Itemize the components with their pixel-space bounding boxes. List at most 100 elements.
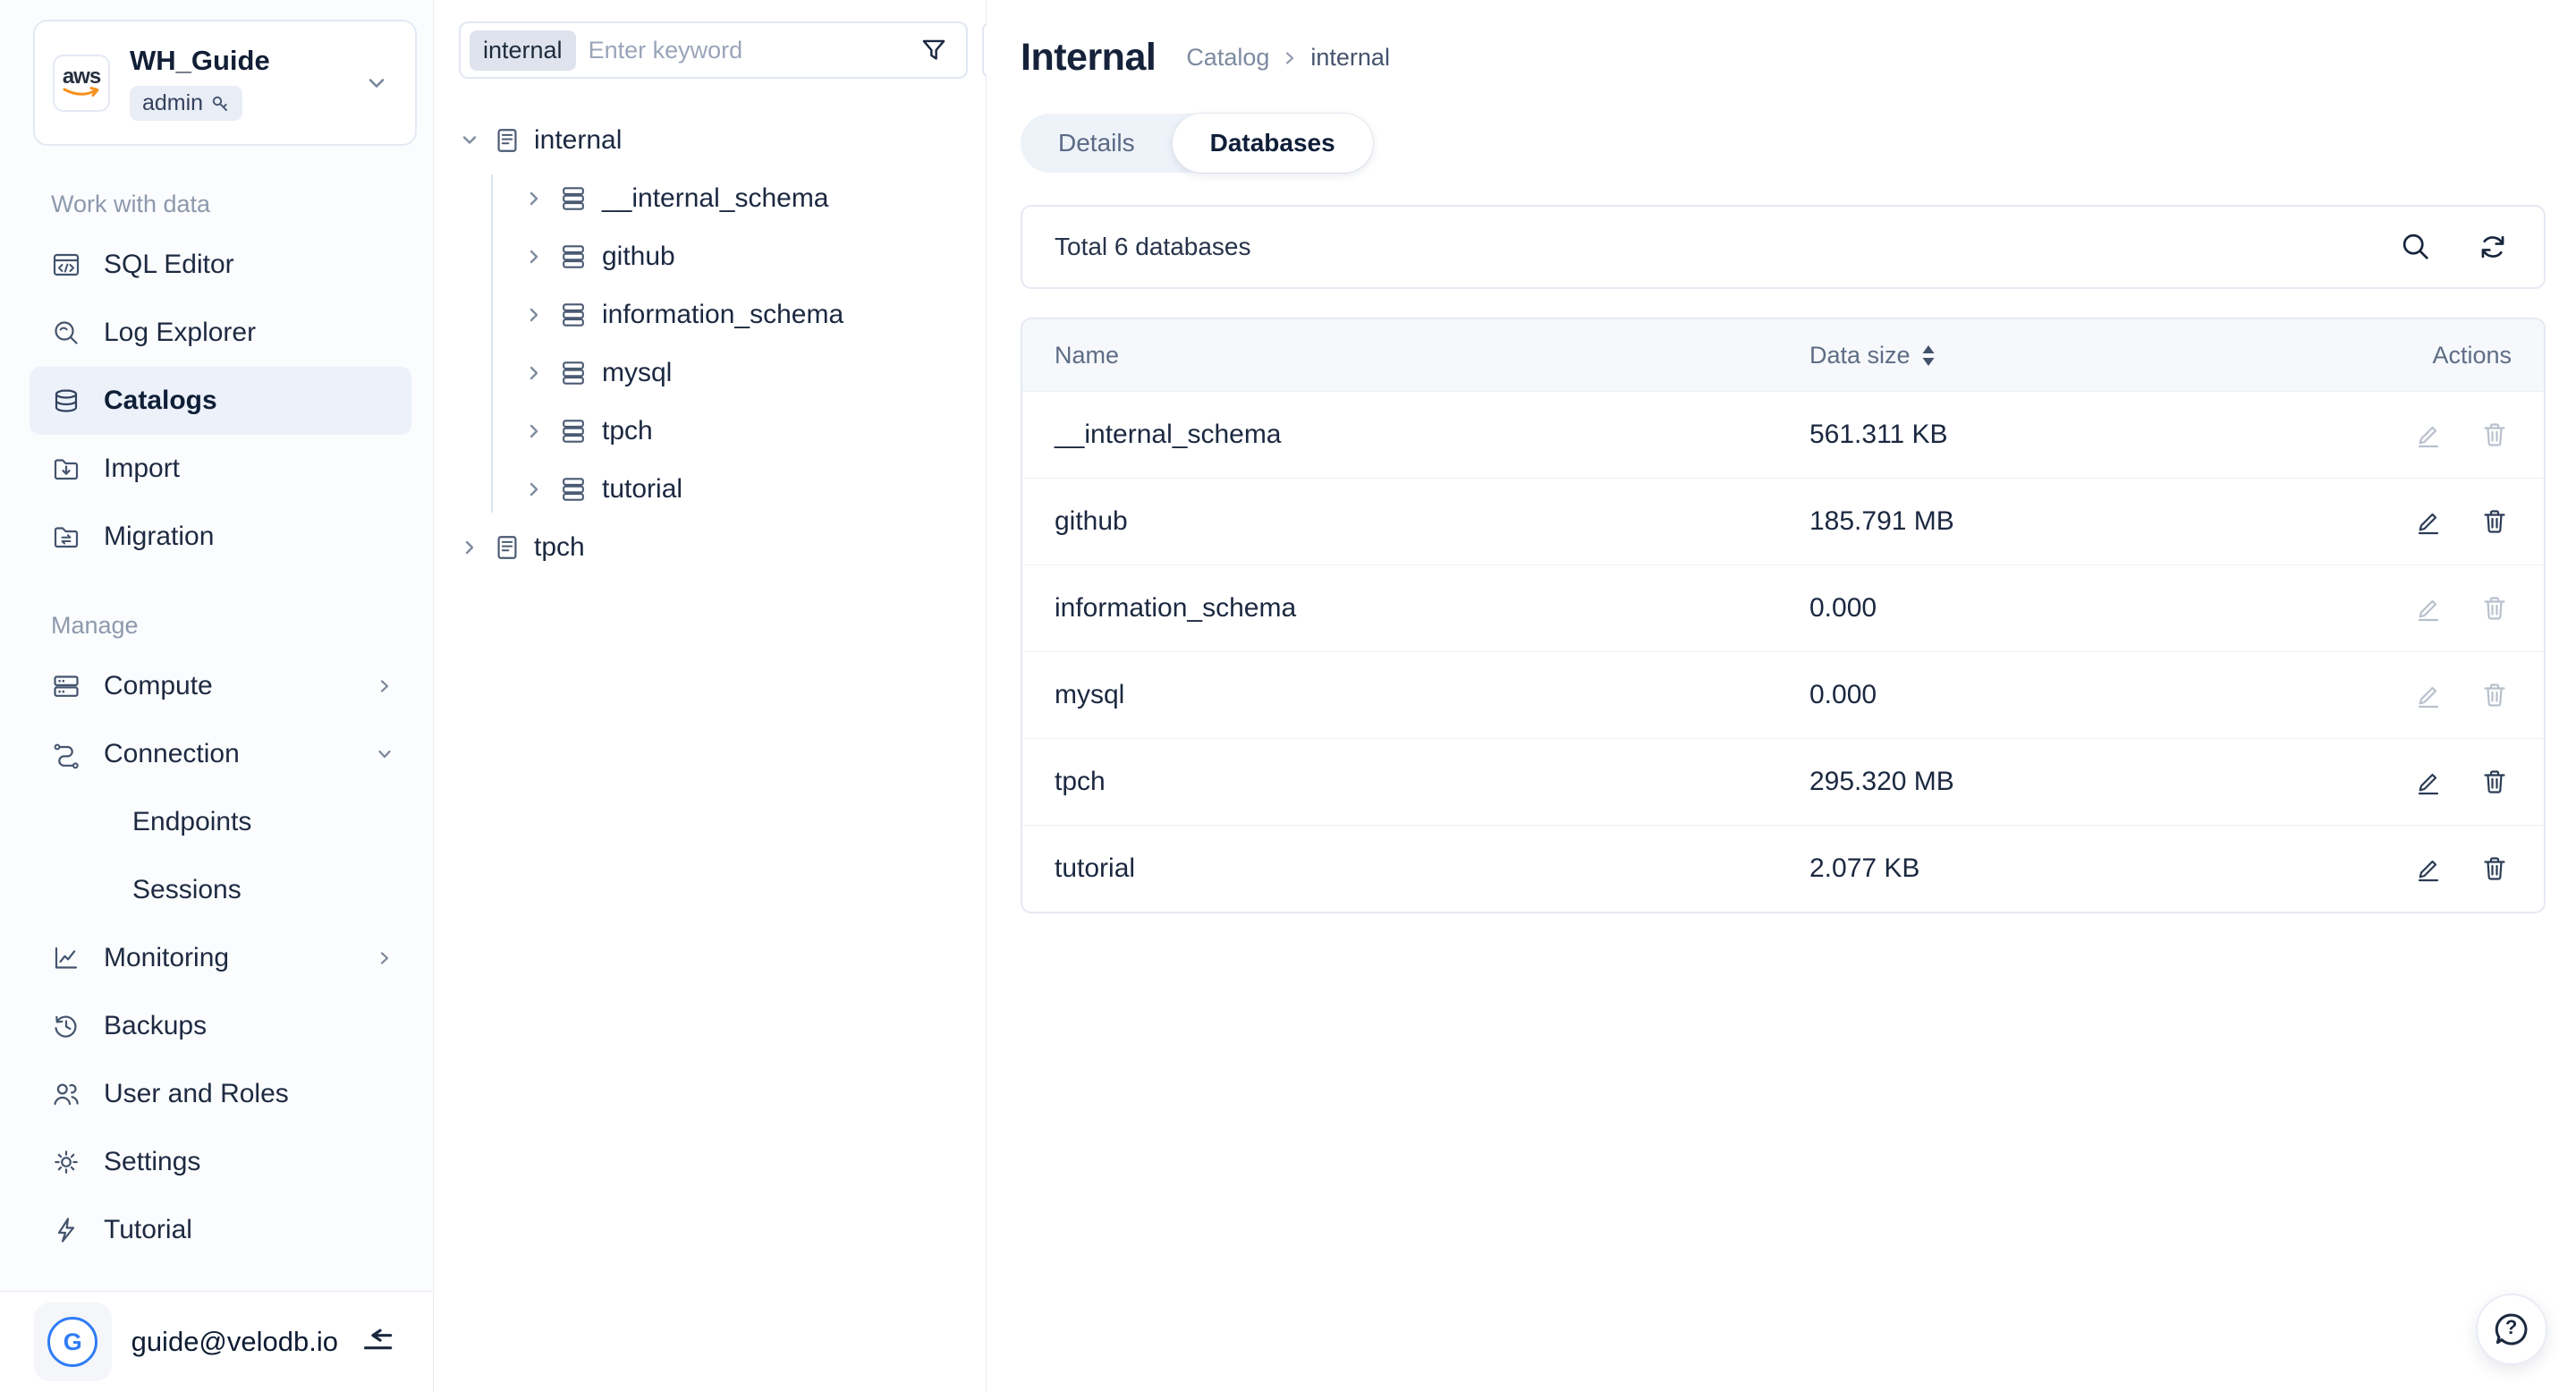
sidebar-item-connection[interactable]: Connection: [30, 720, 411, 788]
sidebar-item-compute[interactable]: Compute: [30, 652, 411, 720]
account-email: guide@velodb.io: [131, 1326, 338, 1358]
collapse-sidebar-button[interactable]: [358, 1322, 397, 1362]
chevron-down-icon[interactable]: [374, 743, 395, 765]
column-header-name: Name: [1055, 342, 1809, 369]
edit-pencil-icon: [2413, 767, 2444, 797]
monitoring-icon: [51, 943, 81, 973]
db-name: mysql: [1055, 680, 1809, 710]
database-stack-icon: [559, 301, 588, 329]
search-chip[interactable]: internal: [470, 30, 576, 71]
edit-button[interactable]: [2413, 853, 2445, 885]
delete-button[interactable]: [2479, 419, 2512, 451]
sidebar-item-settings[interactable]: Settings: [30, 1128, 411, 1196]
tree-node-database[interactable]: tutorial: [523, 460, 962, 518]
chevron-right-icon[interactable]: [523, 420, 545, 442]
sidebar-item-label: Sessions: [132, 875, 242, 905]
table-row[interactable]: information_schema 0.000: [1022, 564, 2544, 651]
avatar[interactable]: G: [34, 1303, 112, 1381]
edit-button[interactable]: [2413, 679, 2445, 711]
sort-icon[interactable]: [1921, 344, 1936, 367]
chevron-right-icon[interactable]: [523, 479, 545, 500]
backups-icon: [51, 1011, 81, 1041]
table-row[interactable]: github 185.791 MB: [1022, 478, 2544, 564]
sidebar-item-label: Monitoring: [104, 943, 229, 973]
edit-button[interactable]: [2413, 766, 2445, 798]
tree-node-database[interactable]: __internal_schema: [523, 169, 962, 227]
table-row[interactable]: mysql 0.000: [1022, 651, 2544, 738]
sidebar-item-sessions[interactable]: Sessions: [30, 856, 411, 924]
sidebar-item-migration[interactable]: Migration: [30, 503, 411, 571]
table-search-button[interactable]: [2399, 229, 2435, 265]
table-refresh-button[interactable]: [2476, 229, 2512, 265]
db-size: 185.791 MB: [1809, 506, 2315, 537]
tree-node-tpch-catalog[interactable]: tpch: [459, 518, 962, 576]
sidebar-item-backups[interactable]: Backups: [30, 992, 411, 1060]
tree-node-database[interactable]: mysql: [523, 344, 962, 402]
sidebar-item-import[interactable]: Import: [30, 435, 411, 503]
chevron-right-icon[interactable]: [523, 304, 545, 326]
trash-icon: [2479, 593, 2510, 624]
compute-icon: [51, 671, 81, 701]
sidebar-item-user-roles[interactable]: User and Roles: [30, 1060, 411, 1128]
chevron-right-icon[interactable]: [523, 362, 545, 384]
filter-button[interactable]: [918, 33, 952, 67]
breadcrumb-separator-icon: [1284, 49, 1296, 67]
tree-node-internal[interactable]: internal: [459, 111, 962, 169]
database-stack-icon: [559, 359, 588, 387]
tree-node-database[interactable]: tpch: [523, 402, 962, 460]
databases-table: Name Data size Actions __internal_schema…: [1021, 318, 2546, 913]
tree-node-label: tpch: [602, 416, 653, 446]
db-name: information_schema: [1055, 593, 1809, 624]
keyword-search-input[interactable]: [589, 37, 905, 64]
sidebar-item-label: Import: [104, 454, 180, 484]
db-size: 2.077 KB: [1809, 853, 2315, 884]
workspace-switcher[interactable]: aws WH_Guide admin: [33, 20, 417, 146]
sidebar-item-label: Connection: [104, 739, 240, 769]
delete-button[interactable]: [2479, 505, 2512, 538]
filter-funnel-icon: [918, 34, 950, 66]
delete-button[interactable]: [2479, 679, 2512, 711]
db-size: 0.000: [1809, 680, 2315, 710]
chevron-right-icon[interactable]: [523, 246, 545, 267]
tree-node-database[interactable]: information_schema: [523, 285, 962, 344]
tab-details[interactable]: Details: [1021, 114, 1173, 173]
delete-button[interactable]: [2479, 592, 2512, 624]
edit-button[interactable]: [2413, 505, 2445, 538]
sidebar-item-tutorial[interactable]: Tutorial: [30, 1196, 411, 1264]
chevron-right-icon[interactable]: [459, 537, 480, 558]
chevron-right-icon[interactable]: [374, 675, 395, 697]
tab-databases[interactable]: Databases: [1173, 114, 1373, 173]
help-button[interactable]: ?: [2476, 1294, 2547, 1365]
breadcrumb-catalog[interactable]: Catalog: [1186, 44, 1269, 72]
chevron-down-icon[interactable]: [363, 70, 390, 97]
table-row[interactable]: tpch 295.320 MB: [1022, 738, 2544, 825]
edit-pencil-icon: [2413, 593, 2444, 624]
sidebar-item-endpoints[interactable]: Endpoints: [30, 788, 411, 856]
section-label-manage: Manage: [51, 612, 433, 640]
aws-logo-text: aws: [63, 67, 100, 87]
delete-button[interactable]: [2479, 766, 2512, 798]
edit-button[interactable]: [2413, 419, 2445, 451]
tree-node-label: tutorial: [602, 474, 682, 505]
edit-pencil-icon: [2413, 853, 2444, 884]
chevron-right-icon[interactable]: [523, 188, 545, 209]
chevron-down-icon[interactable]: [459, 130, 480, 151]
db-size: 295.320 MB: [1809, 767, 2315, 797]
sidebar-item-catalogs[interactable]: Catalogs: [30, 367, 411, 435]
key-icon: [210, 94, 230, 114]
chevron-right-icon[interactable]: [374, 947, 395, 969]
table-row[interactable]: tutorial 2.077 KB: [1022, 825, 2544, 912]
column-header-actions: Actions: [2315, 342, 2512, 369]
table-row[interactable]: __internal_schema 561.311 KB: [1022, 391, 2544, 478]
tree-node-label: tpch: [534, 532, 585, 563]
sidebar-item-log-explorer[interactable]: Log Explorer: [30, 299, 411, 367]
sidebar-item-sql-editor[interactable]: SQL Editor: [30, 231, 411, 299]
account-bar: G guide@velodb.io: [0, 1291, 433, 1392]
delete-button[interactable]: [2479, 853, 2512, 885]
tree-node-label: github: [602, 242, 675, 272]
tree-node-database[interactable]: github: [523, 227, 962, 285]
collapse-sidebar-icon: [358, 1323, 397, 1361]
sidebar-item-monitoring[interactable]: Monitoring: [30, 924, 411, 992]
edit-button[interactable]: [2413, 592, 2445, 624]
keyword-search-box[interactable]: internal: [459, 21, 968, 79]
